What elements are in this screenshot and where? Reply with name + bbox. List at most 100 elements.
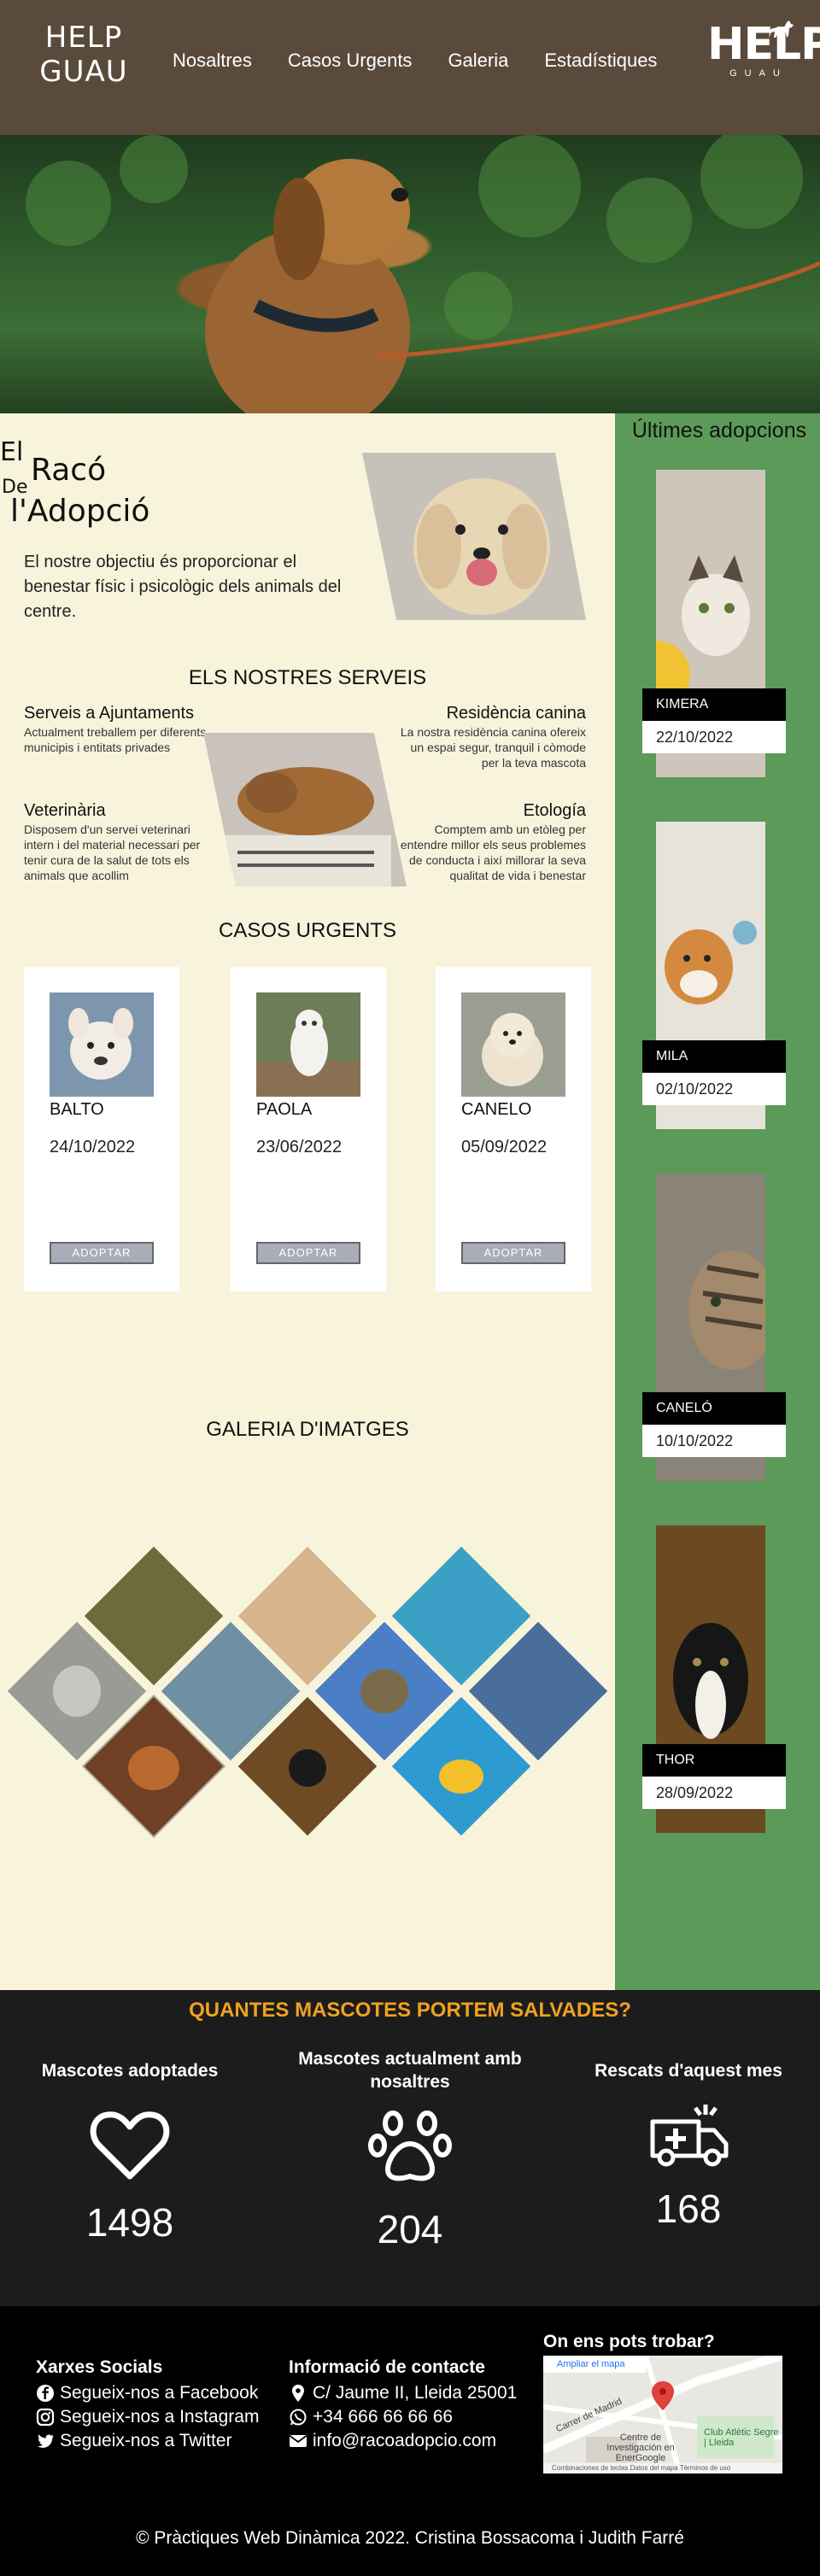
stat-label: Mascotes adoptades	[41, 2060, 219, 2081]
map-attribution: Combinaciones de teclas Datos del mapa T…	[543, 2463, 782, 2474]
service-etologia: Etología Comptem amb un etòleg per enten…	[398, 801, 586, 883]
contact-address-label: C/ Jaume II, Lleida 25001	[313, 2383, 518, 2403]
site-header: HELP GUAU Nosaltres Casos Urgents Galeri…	[0, 0, 820, 135]
stat-label: Rescats d'aquest mes	[594, 2060, 782, 2081]
hero-image	[0, 135, 820, 413]
main-nav: Nosaltres Casos Urgents Galeria Estadíst…	[173, 50, 657, 72]
intro-text: El nostre objectiu és proporcionar el be…	[24, 553, 342, 621]
title-adopcio: l'Adopció	[10, 494, 150, 529]
service-residencia: Residència canina La nostra residència c…	[398, 705, 586, 770]
contact-title: Informació de contacte	[289, 2357, 485, 2377]
location-pin-icon	[292, 2385, 304, 2402]
adoption-date: 28/09/2022	[642, 1777, 786, 1809]
facebook-icon	[37, 2385, 54, 2402]
location-map[interactable]: Ampliar el mapa Carrer de Madrid Centre …	[543, 2356, 782, 2474]
map-title: On ens pots trobar?	[543, 2332, 715, 2351]
adopt-button[interactable]: ADOPTAR	[461, 1242, 565, 1264]
instagram-link[interactable]: Segueix-nos a Instagram	[36, 2405, 259, 2429]
ambulance-icon	[650, 2105, 729, 2167]
nav-link-casos-urgents[interactable]: Casos Urgents	[288, 50, 413, 72]
instagram-icon	[36, 2408, 55, 2427]
stat-value: 168	[655, 2187, 722, 2231]
stat-value: 1498	[85, 2200, 174, 2245]
card-date: 23/06/2022	[256, 1138, 343, 1156]
copyright-text: © Pràctiques Web Dinàmica 2022. Cristina…	[136, 2528, 684, 2548]
stat-adopted: Mascotes adoptades 1498	[2, 2045, 258, 2245]
card-name: PAOLA	[256, 1100, 313, 1119]
service-veterinaria: Veterinària Disposem d'un servei veterin…	[24, 801, 212, 883]
service-text: Comptem amb un etòleg per entendre millo…	[400, 823, 586, 882]
title-el: El	[0, 437, 24, 467]
adoption-name: MILA	[642, 1040, 786, 1073]
urgent-card: CANELO 05/09/2022 ADOPTAR	[436, 967, 591, 1291]
adoption-name: KIMERA	[642, 688, 786, 721]
service-text: Disposem d'un servei veterinari intern i…	[24, 823, 201, 882]
social-title: Xarxes Socials	[36, 2357, 163, 2377]
card-name: CANELO	[461, 1100, 532, 1119]
service-ajuntaments: Serveis a Ajuntaments Actualment treball…	[24, 705, 212, 755]
image-gallery	[3, 1542, 612, 1841]
logo-line1: HELP	[44, 20, 123, 55]
paw-icon	[368, 2111, 452, 2181]
twitter-link[interactable]: Segueix-nos a Twitter	[36, 2429, 259, 2453]
adopt-button[interactable]: ADOPTAR	[50, 1242, 154, 1264]
card-name: BALTO	[50, 1100, 104, 1119]
site-logo[interactable]: HELP GUAU	[38, 20, 130, 89]
cat-photo	[256, 992, 360, 1097]
stat-value: 204	[377, 2207, 443, 2251]
nav-link-estadistiques[interactable]: Estadístiques	[544, 50, 657, 72]
map-enlarge-link[interactable]: Ampliar el mapa	[557, 2359, 624, 2369]
contact-address: C/ Jaume II, Lleida 25001	[289, 2381, 517, 2405]
urgent-card: BALTO 24/10/2022 ADOPTAR	[24, 967, 179, 1291]
whatsapp-icon	[290, 2409, 307, 2426]
sidebar-title: Últimes adopcions	[631, 419, 807, 442]
dog-photo	[50, 992, 154, 1097]
gallery-title: GALERIA D'IMATGES	[206, 1418, 409, 1441]
nav-link-galeria[interactable]: Galeria	[448, 50, 508, 72]
contact-phone[interactable]: +34 666 66 66 66	[289, 2405, 517, 2429]
services-title: ELS NOSTRES SERVEIS	[188, 666, 427, 689]
dog-photo	[461, 992, 565, 1097]
facebook-link-label: Segueix-nos a Facebook	[60, 2383, 259, 2403]
adoption-date: 10/10/2022	[642, 1425, 786, 1457]
contact-email-label: info@racoadopcio.com	[313, 2431, 497, 2450]
sleeping-cat-photo	[203, 733, 407, 887]
service-title: Serveis a Ajuntaments	[24, 704, 194, 723]
title-raco: Racó	[31, 453, 107, 488]
facebook-link[interactable]: Segueix-nos a Facebook	[36, 2381, 259, 2405]
service-title: Veterinària	[24, 801, 106, 820]
golden-retriever-photo	[362, 453, 586, 620]
page-title: El Racó De l'Adopció	[0, 437, 171, 540]
urgent-card: PAOLA 23/06/2022 ADOPTAR	[231, 967, 386, 1291]
service-text: Actualment treballem per diferents munic…	[24, 725, 207, 754]
stat-current: Mascotes actualment amb nosaltres 204	[282, 2045, 538, 2252]
logo-line2: GUAU	[39, 55, 128, 89]
adoption-name: CANELÓ	[642, 1392, 786, 1425]
instagram-link-label: Segueix-nos a Instagram	[60, 2407, 260, 2427]
stat-rescues: Rescats d'aquest mes 168	[560, 2045, 817, 2232]
map-label-club: Club Atlètic Segre | Lleida	[704, 2427, 779, 2448]
social-links: Xarxes Socials Segueix-nos a Facebook Se…	[36, 2356, 259, 2453]
dog-silhouette-icon	[769, 20, 794, 38]
service-title: Residència canina	[446, 704, 586, 723]
adoption-name: THOR	[642, 1744, 786, 1777]
heart-icon	[90, 2111, 170, 2180]
service-title: Etología	[523, 801, 586, 820]
adoption-date: 22/10/2022	[642, 721, 786, 753]
envelope-icon	[289, 2435, 308, 2447]
contact-phone-label: +34 666 66 66 66	[313, 2407, 454, 2427]
service-text: La nostra residència canina ofereix un e…	[400, 725, 586, 770]
urgent-title: CASOS URGENTS	[218, 919, 397, 942]
brand-logo[interactable]: HELP GUAU	[707, 20, 820, 79]
adoption-date: 02/10/2022	[642, 1073, 786, 1105]
contact-email[interactable]: info@racoadopcio.com	[289, 2429, 517, 2453]
stat-label: Mascotes actualment amb nosaltres	[298, 2049, 522, 2092]
adopt-button[interactable]: ADOPTAR	[256, 1242, 360, 1264]
card-date: 24/10/2022	[50, 1138, 136, 1156]
twitter-icon	[38, 2434, 54, 2448]
stats-title: QUANTES MASCOTES PORTEM SALVADES?	[189, 1999, 631, 2022]
card-date: 05/09/2022	[461, 1138, 548, 1156]
twitter-link-label: Segueix-nos a Twitter	[60, 2431, 232, 2450]
nav-link-nosaltres[interactable]: Nosaltres	[173, 50, 252, 72]
contact-info: Informació de contacte C/ Jaume II, Llei…	[289, 2356, 517, 2453]
